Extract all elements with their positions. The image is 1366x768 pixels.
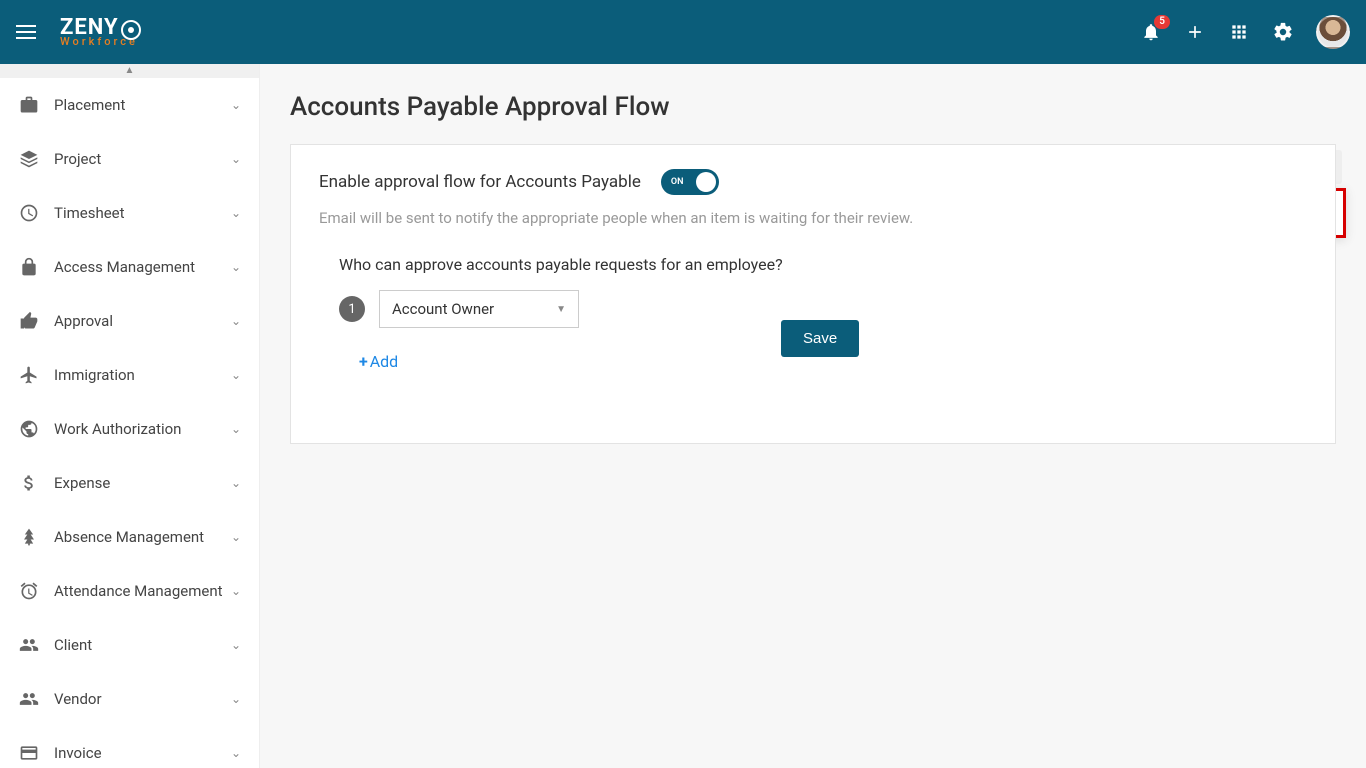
enable-flow-label: Enable approval flow for Accounts Payabl… [319, 172, 641, 192]
notifications-button[interactable]: 5 [1140, 21, 1162, 43]
sidebar-item-label: Placement [54, 96, 231, 114]
chevron-down-icon: ⌄ [231, 746, 241, 760]
apps-grid-icon [1229, 22, 1249, 42]
sidebar-item-label: Immigration [54, 366, 231, 384]
chevron-down-icon: ⌄ [231, 368, 241, 382]
chevron-down-icon: ⌄ [231, 692, 241, 706]
main-content: Accounts Payable Approval Flow ▼ Advance… [260, 64, 1366, 768]
plus-icon: + [359, 352, 368, 371]
sidebar-item-label: Absence Management [54, 528, 231, 546]
tree-icon [18, 526, 40, 548]
sidebar-item-label: Client [54, 636, 231, 654]
sidebar-item-invoice[interactable]: Invoice⌄ [0, 726, 259, 768]
layers-icon [18, 148, 40, 170]
alarm-icon [18, 580, 40, 602]
card-icon [18, 742, 40, 764]
enable-flow-toggle[interactable]: ON [661, 169, 719, 195]
chevron-down-icon: ⌄ [231, 314, 241, 328]
sidebar-item-immigration[interactable]: Immigration⌄ [0, 348, 259, 402]
app-header: ZENY Workforce 5 [0, 0, 1366, 64]
settings-button[interactable] [1272, 21, 1294, 43]
sidebar-item-label: Project [54, 150, 231, 168]
thumbs-up-icon [18, 310, 40, 332]
chevron-down-icon: ⌄ [231, 422, 241, 436]
chevron-down-icon: ⌄ [231, 206, 241, 220]
chevron-down-icon: ⌄ [231, 584, 241, 598]
toggle-text: ON [671, 177, 684, 187]
approval-flow-card: Enable approval flow for Accounts Payabl… [290, 144, 1336, 444]
add-approver-link[interactable]: + Add [359, 352, 398, 371]
sidebar-item-absence-management[interactable]: Absence Management⌄ [0, 510, 259, 564]
plus-icon [1185, 22, 1205, 42]
sidebar-item-placement[interactable]: Placement⌄ [0, 78, 259, 132]
plane-icon [18, 364, 40, 386]
sidebar-item-label: Attendance Management [54, 582, 231, 600]
sidebar-item-timesheet[interactable]: Timesheet⌄ [0, 186, 259, 240]
briefcase-icon [18, 94, 40, 116]
sidebar-item-label: Work Authorization [54, 420, 231, 438]
sidebar: ▲ Placement⌄Project⌄Timesheet⌄Access Man… [0, 64, 260, 768]
clock-icon [18, 202, 40, 224]
approver-select[interactable]: Account Owner ▼ [379, 290, 579, 328]
sidebar-item-client[interactable]: Client⌄ [0, 618, 259, 672]
help-text: Email will be sent to notify the appropr… [319, 209, 1307, 227]
sidebar-item-label: Access Management [54, 258, 231, 276]
add-button[interactable] [1184, 21, 1206, 43]
sidebar-item-label: Timesheet [54, 204, 231, 222]
chevron-down-icon: ⌄ [231, 638, 241, 652]
sidebar-item-label: Invoice [54, 744, 231, 762]
sidebar-item-approval[interactable]: Approval⌄ [0, 294, 259, 348]
sidebar-item-expense[interactable]: Expense⌄ [0, 456, 259, 510]
sidebar-item-label: Vendor [54, 690, 231, 708]
chevron-down-icon: ⌄ [231, 152, 241, 166]
chevron-down-icon: ▼ [556, 304, 566, 315]
chevron-down-icon: ⌄ [231, 476, 241, 490]
user-avatar[interactable] [1316, 15, 1350, 49]
select-value: Account Owner [392, 300, 494, 318]
sidebar-item-project[interactable]: Project⌄ [0, 132, 259, 186]
people-icon [18, 688, 40, 710]
notification-badge: 5 [1154, 15, 1170, 29]
sidebar-item-label: Approval [54, 312, 231, 330]
people-icon [18, 634, 40, 656]
scroll-up-arrow[interactable]: ▲ [0, 64, 259, 78]
add-label: Add [370, 352, 398, 371]
sidebar-item-access-management[interactable]: Access Management⌄ [0, 240, 259, 294]
menu-toggle-button[interactable] [16, 20, 40, 44]
lock-icon [18, 256, 40, 278]
sidebar-item-work-authorization[interactable]: Work Authorization⌄ [0, 402, 259, 456]
chevron-down-icon: ⌄ [231, 98, 241, 112]
toggle-knob [696, 172, 716, 192]
logo-eye-icon [121, 20, 141, 40]
app-logo: ZENY Workforce [60, 17, 141, 47]
sidebar-item-attendance-management[interactable]: Attendance Management⌄ [0, 564, 259, 618]
chevron-down-icon: ⌄ [231, 260, 241, 274]
approver-question: Who can approve accounts payable request… [339, 255, 1307, 274]
page-title: Accounts Payable Approval Flow [290, 92, 1336, 122]
chevron-down-icon: ⌄ [231, 530, 241, 544]
sidebar-item-vendor[interactable]: Vendor⌄ [0, 672, 259, 726]
globe-lock-icon [18, 418, 40, 440]
dollar-icon [18, 472, 40, 494]
gear-icon [1272, 21, 1294, 43]
step-number-badge: 1 [339, 296, 365, 322]
sidebar-item-label: Expense [54, 474, 231, 492]
save-button[interactable]: Save [781, 320, 859, 357]
apps-button[interactable] [1228, 21, 1250, 43]
